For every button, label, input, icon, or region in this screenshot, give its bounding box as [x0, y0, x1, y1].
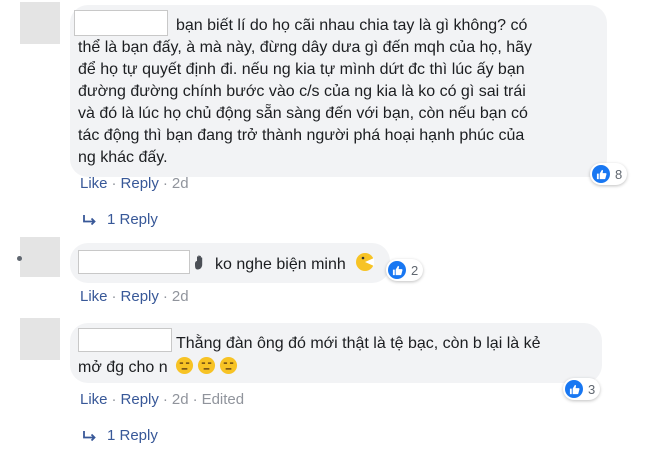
reaction-count-number: 3 — [588, 381, 596, 397]
comment-text-line: tác động thì bạn đang trở thành người ph… — [78, 127, 525, 144]
like-link[interactable]: Like — [80, 288, 108, 305]
view-replies-link[interactable]: 1 Reply — [82, 211, 158, 228]
reply-link[interactable]: Reply — [121, 288, 159, 305]
like-reaction-icon — [565, 380, 583, 398]
reaction-count-number: 8 — [615, 166, 623, 182]
replies-count-label: 1 Reply — [107, 211, 158, 228]
redacted-author-name[interactable] — [78, 328, 172, 352]
timestamp[interactable]: 2d — [172, 288, 189, 305]
avatar[interactable] — [20, 237, 60, 277]
comment-actions: Like · Reply · 2d — [80, 175, 189, 192]
expressionless-emoji-icon — [219, 356, 238, 382]
comment-text-line: bạn biết lí do họ cãi nhau chia tay là g… — [176, 17, 528, 34]
comment-text-line: và đó là lúc họ chủ động sẵn sàng đến vớ… — [78, 105, 528, 122]
reply-link[interactable]: Reply — [121, 391, 159, 408]
timestamp[interactable]: 2d — [172, 175, 189, 192]
expressionless-emoji-icon — [175, 356, 194, 382]
attachment-indicator — [17, 256, 22, 261]
reply-arrow-icon — [83, 430, 96, 441]
comment-text-line: để họ tự quyết định đi. nếu ng kia tự mì… — [78, 61, 525, 78]
replies-count-label: 1 Reply — [107, 427, 158, 444]
reaction-count[interactable]: 3 — [563, 378, 601, 400]
grinning-emoji-icon — [355, 252, 375, 279]
edited-label[interactable]: Edited — [202, 391, 245, 408]
redacted-author-name[interactable] — [78, 250, 190, 274]
avatar[interactable] — [20, 2, 60, 44]
comment-text: ko nghe biện minh — [215, 256, 346, 273]
comment-text-line: mở đg cho n — [78, 356, 238, 382]
separator: · — [111, 288, 117, 305]
reply-arrow-icon — [83, 214, 96, 225]
comment-text-line: Thằng đàn ông đó mới thật là tệ bạc, còn… — [176, 335, 541, 352]
like-reaction-icon — [388, 261, 406, 279]
comment-text-line: ng khác đấy. — [78, 149, 168, 166]
separator: · — [192, 391, 198, 408]
like-link[interactable]: Like — [80, 175, 108, 192]
comment-actions: Like · Reply · 2d — [80, 288, 189, 305]
comment-text-line: ko nghe biện minh — [192, 252, 375, 279]
comment-text: mở đg cho n — [78, 359, 168, 376]
separator: · — [111, 391, 117, 408]
comment-actions: Like · Reply · 2d · Edited — [80, 391, 244, 408]
expressionless-emoji-icon — [197, 356, 216, 382]
reply-link[interactable]: Reply — [121, 175, 159, 192]
separator: · — [162, 288, 168, 305]
reaction-count[interactable]: 2 — [386, 259, 424, 281]
view-replies-link[interactable]: 1 Reply — [82, 427, 158, 444]
timestamp[interactable]: 2d — [172, 391, 189, 408]
separator: · — [162, 391, 168, 408]
like-reaction-icon — [592, 165, 610, 183]
comment-text-line: đường đường chính bước vào c/s của ng ki… — [78, 83, 526, 100]
comment-text-line: thể là bạn đấy, à mà này, đừng dây dưa g… — [78, 39, 533, 56]
separator: · — [162, 175, 168, 192]
redacted-author-name[interactable] — [74, 10, 168, 36]
avatar[interactable] — [20, 318, 60, 360]
reaction-count[interactable]: 8 — [590, 163, 628, 185]
waving-hand-icon — [192, 254, 209, 278]
separator: · — [111, 175, 117, 192]
reaction-count-number: 2 — [411, 262, 419, 278]
like-link[interactable]: Like — [80, 391, 108, 408]
